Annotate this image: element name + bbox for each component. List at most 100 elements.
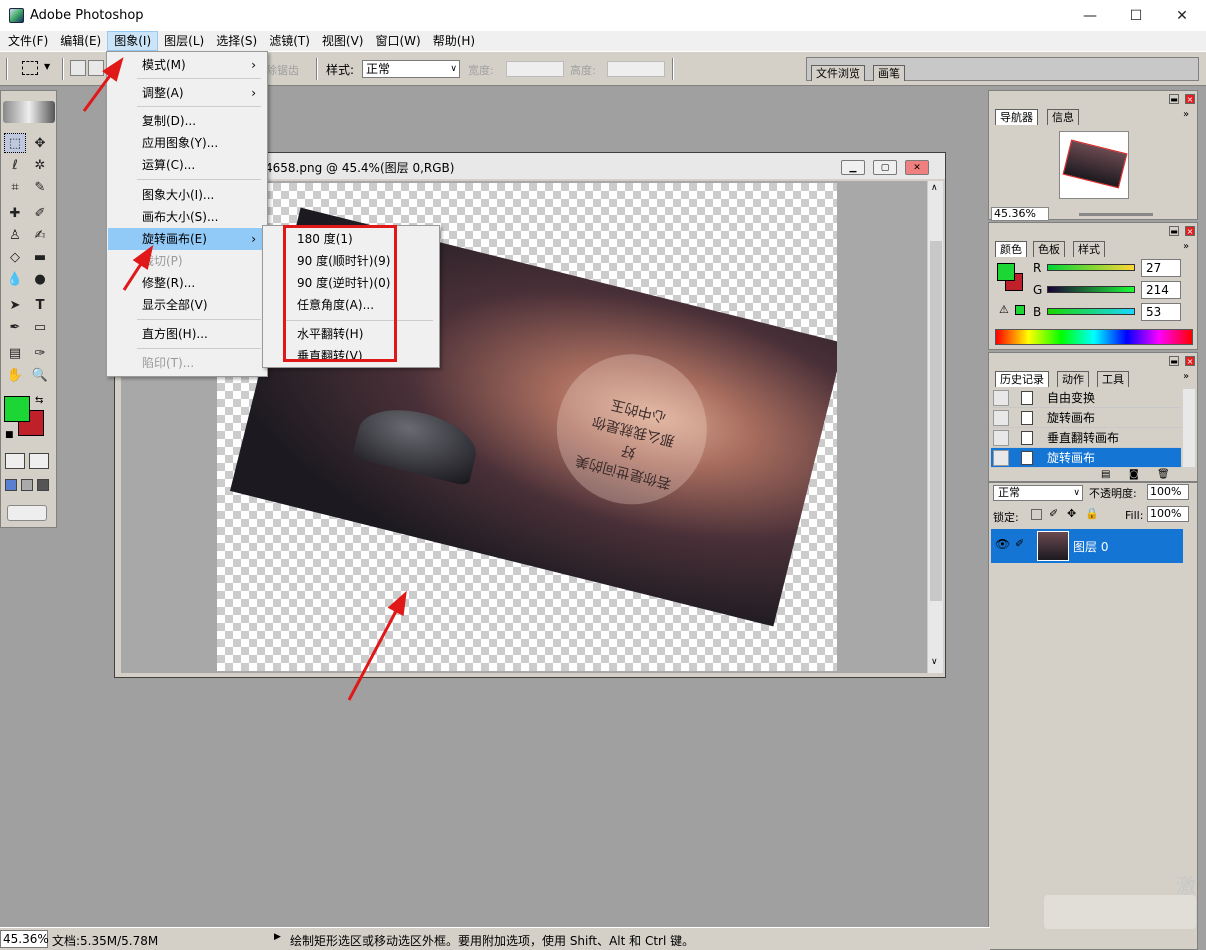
panel-menu-icon[interactable]: » [1183, 371, 1189, 382]
g-value[interactable]: 214 [1141, 281, 1181, 299]
history-brush-icon[interactable]: ✍ [29, 225, 51, 245]
tab-info[interactable]: 信息 [1047, 109, 1079, 125]
minimize-button[interactable]: — [1067, 0, 1113, 31]
history-checkbox[interactable] [993, 410, 1009, 426]
shape-tool-icon[interactable]: ▭ [29, 317, 51, 337]
tab-styles[interactable]: 样式 [1073, 241, 1105, 257]
status-doc-size[interactable]: 文档:5.35M/5.78M [52, 932, 158, 949]
eye-logo-icon[interactable] [3, 101, 55, 123]
menu-window[interactable]: 窗口(W) [369, 31, 426, 51]
b-slider[interactable] [1047, 308, 1135, 315]
menu-help[interactable]: 帮助(H) [427, 31, 481, 51]
panel-minimize-icon[interactable]: ▬ [1169, 94, 1179, 104]
status-zoom-field[interactable]: 45.36% [0, 930, 49, 948]
blend-mode-select[interactable]: 正常 ∨ [993, 485, 1083, 501]
tab-color[interactable]: 颜色 [995, 241, 1027, 257]
navigator-zoom-slider[interactable] [1079, 213, 1153, 216]
default-colors-icon[interactable]: ■ [5, 430, 14, 440]
clone-stamp-icon[interactable]: ♙ [4, 225, 26, 245]
menu-item-histogram[interactable]: 直方图(H)... [108, 323, 266, 345]
menu-item-calculations[interactable]: 运算(C)... [108, 154, 266, 176]
notes-tool-icon[interactable]: ▤ [4, 343, 26, 363]
blur-tool-icon[interactable]: 💧 [4, 269, 26, 289]
tab-brushes[interactable]: 画笔 [873, 65, 905, 81]
eye-icon[interactable]: 👁 [995, 537, 1010, 551]
marquee-preset-icon[interactable] [22, 61, 38, 75]
history-item[interactable]: 旋转画布 [991, 408, 1181, 428]
add-selection-icon[interactable] [88, 60, 104, 76]
menu-item-mode[interactable]: 模式(M) › [108, 54, 266, 76]
path-select-icon[interactable]: ➤ [4, 295, 26, 315]
menu-item-apply-image[interactable]: 应用图象(Y)... [108, 132, 266, 154]
width-field[interactable] [506, 61, 564, 77]
layer-row[interactable]: 👁 ✐ 图层 0 [991, 529, 1183, 563]
trash-icon[interactable]: 🗑 [1157, 469, 1170, 480]
move-tool-icon[interactable]: ✥ [29, 133, 51, 153]
menu-item-canvas-size[interactable]: 画布大小(S)... [108, 206, 266, 228]
slice-tool-icon[interactable]: ✎ [29, 177, 51, 197]
color-fg-swatch[interactable] [997, 263, 1015, 281]
menu-item-image-size[interactable]: 图象大小(I)... [108, 184, 266, 206]
r-slider[interactable] [1047, 264, 1135, 271]
swap-colors-icon[interactable]: ⇆ [35, 395, 43, 406]
panel-minimize-icon[interactable]: ▬ [1169, 226, 1179, 236]
foreground-color-swatch[interactable] [4, 396, 30, 422]
quickmask-mode-icon[interactable] [29, 453, 49, 469]
lasso-tool-icon[interactable]: ℓ [4, 155, 26, 175]
type-tool-icon[interactable]: T [29, 295, 51, 315]
menu-item-trim[interactable]: 修整(R)... [108, 272, 266, 294]
brush-link-icon[interactable]: ✐ [1015, 537, 1024, 550]
gamut-warning-icon[interactable]: ⚠ [999, 303, 1009, 316]
panel-close-icon[interactable]: × [1185, 356, 1195, 366]
maximize-button[interactable]: ☐ [1113, 0, 1159, 31]
menu-item-reveal-all[interactable]: 显示全部(V) [108, 294, 266, 316]
tab-swatches[interactable]: 色板 [1033, 241, 1065, 257]
screen-mode-standard-icon[interactable] [5, 479, 17, 491]
crop-tool-icon[interactable]: ⌗ [4, 177, 26, 197]
zoom-tool-icon[interactable]: 🔍 [29, 365, 51, 385]
new-selection-icon[interactable] [70, 60, 86, 76]
history-item[interactable]: 垂直翻转画布 [991, 428, 1181, 448]
menu-item-rotate-canvas[interactable]: 旋转画布(E) › [108, 228, 266, 250]
hand-tool-icon[interactable]: ✋ [4, 365, 26, 385]
tab-history[interactable]: 历史记录 [995, 371, 1049, 387]
pen-tool-icon[interactable]: ✒ [4, 317, 26, 337]
menu-item-crop[interactable]: 裁切(P) [108, 250, 266, 272]
vertical-scrollbar[interactable]: ∧ ∨ [927, 181, 943, 673]
tab-tool-presets[interactable]: 工具 [1097, 371, 1129, 387]
menu-view[interactable]: 视图(V) [316, 31, 370, 51]
history-checkbox[interactable] [993, 450, 1009, 466]
screen-mode-full-icon[interactable] [37, 479, 49, 491]
panel-menu-icon[interactable]: » [1183, 241, 1189, 252]
scrollbar-thumb[interactable] [930, 241, 942, 601]
close-button[interactable]: ✕ [1159, 0, 1205, 31]
doc-close-button[interactable]: ✕ [905, 160, 929, 175]
lock-brush-icon[interactable]: ✐ [1049, 507, 1058, 520]
eyedropper-icon[interactable]: ✑ [29, 343, 51, 363]
menu-layer[interactable]: 图层(L) [158, 31, 210, 51]
height-field[interactable] [607, 61, 665, 77]
r-value[interactable]: 27 [1141, 259, 1181, 277]
screen-mode-full-menu-icon[interactable] [21, 479, 33, 491]
lock-transparency-icon[interactable] [1031, 509, 1042, 520]
history-checkbox[interactable] [993, 390, 1009, 406]
opacity-field[interactable]: 100% [1147, 484, 1189, 500]
new-document-icon[interactable]: ▤ [1101, 469, 1110, 480]
chevron-down-icon[interactable]: ▼ [44, 62, 50, 71]
gradient-tool-icon[interactable]: ▬ [29, 247, 51, 267]
jump-to-imageready-icon[interactable] [7, 505, 47, 521]
navigator-preview[interactable] [1059, 131, 1129, 199]
style-select[interactable]: 正常 ∨ [362, 60, 460, 78]
scroll-up-icon[interactable]: ∧ [931, 183, 938, 193]
menu-item-trap[interactable]: 陷印(T)... [108, 352, 266, 374]
menu-file[interactable]: 文件(F) [2, 31, 54, 51]
history-scrollbar[interactable] [1183, 389, 1195, 467]
menu-edit[interactable]: 编辑(E) [54, 31, 107, 51]
doc-minimize-button[interactable]: ▁ [841, 160, 865, 175]
menu-item-adjust[interactable]: 调整(A) › [108, 82, 266, 104]
panel-close-icon[interactable]: × [1185, 226, 1195, 236]
dodge-tool-icon[interactable]: ● [29, 269, 51, 289]
magic-wand-icon[interactable]: ✲ [29, 155, 51, 175]
panel-minimize-icon[interactable]: ▬ [1169, 356, 1179, 366]
scroll-down-icon[interactable]: ∨ [931, 657, 938, 667]
